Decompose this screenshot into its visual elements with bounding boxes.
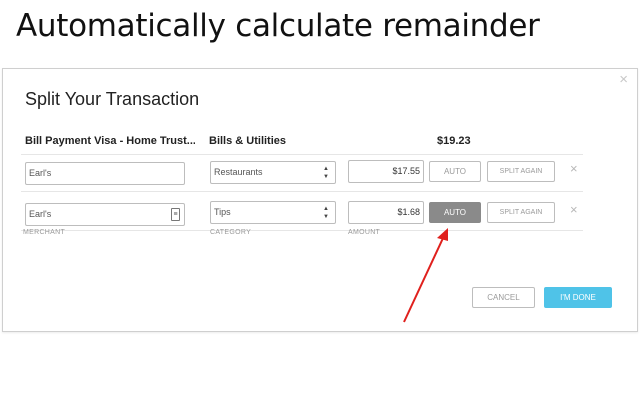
amount-column-label: AMOUNT	[348, 229, 381, 236]
updown-arrow-icon: ▲ ▼	[323, 206, 329, 220]
category-select[interactable]: Tips ▲ ▼	[210, 201, 336, 224]
category-select-value: Restaurants	[214, 167, 263, 177]
remove-row-icon[interactable]: ×	[570, 203, 578, 216]
auto-button-active[interactable]: AUTO	[429, 202, 481, 223]
merchant-input[interactable]: Earl's	[25, 162, 185, 185]
remove-row-icon[interactable]: ×	[570, 162, 578, 175]
row-divider	[21, 191, 583, 192]
category-column-label: CATEGORY	[210, 229, 252, 236]
summary-category: Bills & Utilities	[209, 135, 287, 147]
modal-title: Split Your Transaction	[25, 89, 200, 109]
done-button[interactable]: I'M DONE	[544, 287, 612, 308]
auto-button[interactable]: AUTO	[429, 161, 481, 182]
merchant-input[interactable]: Earl's ≡	[25, 203, 185, 226]
summary-merchant: Bill Payment Visa - Home Trust...	[25, 135, 195, 147]
row-divider	[21, 154, 583, 155]
summary-total: $19.23	[437, 135, 471, 147]
split-again-button[interactable]: SPLIT AGAIN	[487, 202, 555, 223]
category-select-value: Tips	[214, 207, 231, 217]
close-icon[interactable]: ×	[619, 72, 628, 87]
amount-input[interactable]: $17.55	[348, 160, 424, 183]
split-transaction-modal: × Split Your Transaction Bill Payment Vi…	[2, 68, 638, 332]
contact-card-icon[interactable]: ≡	[171, 208, 180, 221]
split-again-button[interactable]: SPLIT AGAIN	[487, 161, 555, 182]
merchant-column-label: MERCHANT	[23, 229, 66, 236]
slide-title: Automatically calculate remainder	[16, 8, 540, 44]
category-select[interactable]: Restaurants ▲ ▼	[210, 161, 336, 184]
cancel-button[interactable]: CANCEL	[472, 287, 535, 308]
row-divider	[21, 230, 583, 231]
merchant-input-value: Earl's	[29, 209, 52, 219]
updown-arrow-icon: ▲ ▼	[323, 166, 329, 180]
amount-input[interactable]: $1.68	[348, 201, 424, 224]
